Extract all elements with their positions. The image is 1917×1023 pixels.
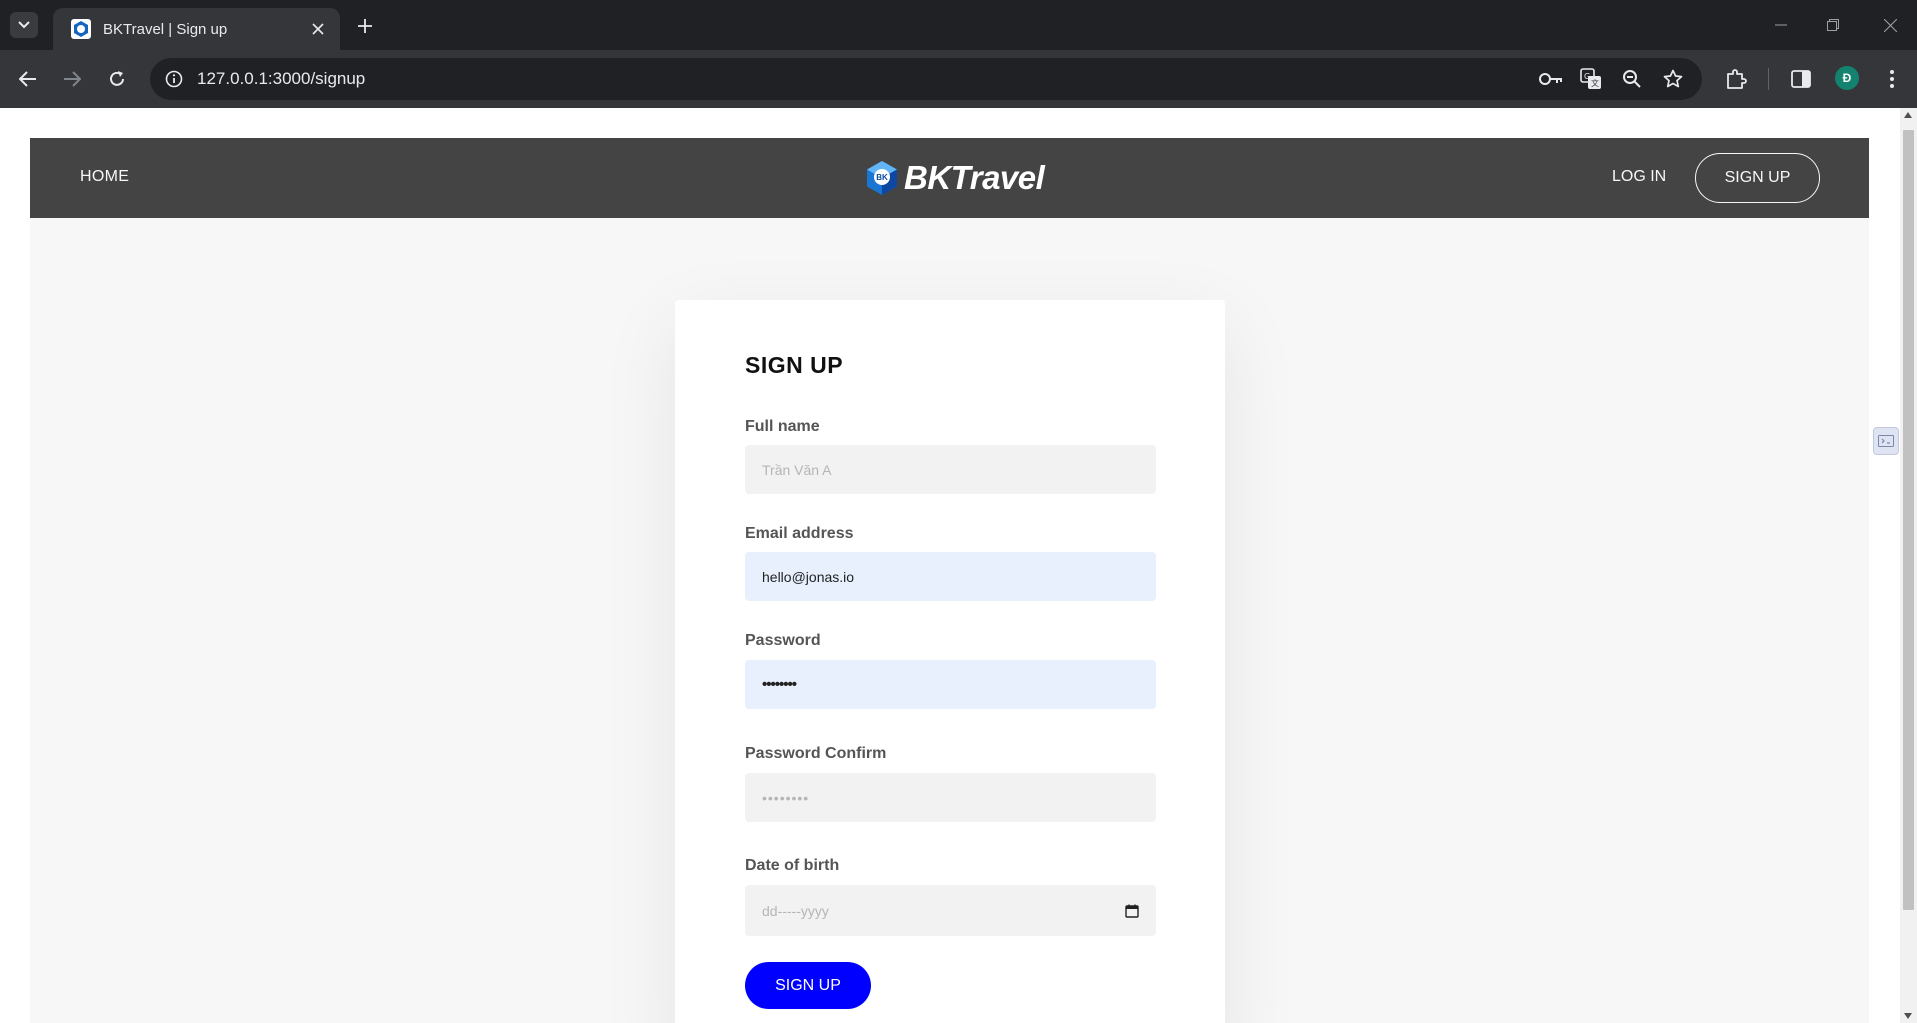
page-viewport: HOME BK BKTravel LOG IN SIGN UP SIGN UP … [0,108,1900,1023]
tab-title: BKTravel | Sign up [103,20,228,38]
browser-toolbar: 127.0.0.1:3000/signup G文 [0,50,1917,108]
nav-login-link[interactable]: LOG IN [1612,168,1666,186]
close-icon[interactable] [308,19,328,39]
calendar-icon[interactable] [1125,904,1139,918]
bktravel-favicon-icon [71,19,91,39]
password-input[interactable]: •••••••• [745,660,1156,709]
toolbar-divider [1768,68,1769,90]
forward-icon[interactable] [58,65,86,93]
more-icon[interactable] [1878,65,1906,93]
bktravel-logo-icon: BK [867,161,897,195]
restore-icon[interactable] [1819,12,1847,38]
extensions-icon[interactable] [1722,65,1750,93]
signup-submit-button[interactable]: SIGN UP [745,962,871,1009]
plus-icon[interactable] [352,13,378,39]
star-icon[interactable] [1660,67,1686,91]
password-confirm-placeholder: •••••••• [762,789,810,806]
close-window-icon[interactable] [1876,12,1904,38]
minimize-icon[interactable] [1767,12,1795,38]
side-panel-icon[interactable] [1787,65,1815,93]
address-bar[interactable]: 127.0.0.1:3000/signup G文 [150,58,1702,100]
browser-tabbar: BKTravel | Sign up [0,0,1917,50]
date-of-birth-placeholder: dd-----yyyy [762,902,829,919]
url-text: 127.0.0.1:3000/signup [197,69,366,88]
logo-badge-text: BK [876,173,888,182]
email-input[interactable]: hello@jonas.io [745,552,1156,601]
logo-text: BKTravel [904,159,1045,196]
nav-signup-button[interactable]: SIGN UP [1695,153,1820,203]
password-value: •••••••• [762,676,797,693]
date-of-birth-label: Date of birth [745,857,840,874]
scroll-down-arrow-icon[interactable] [1904,1013,1912,1019]
reload-icon[interactable] [103,65,131,93]
signup-card: SIGN UP Full name Trần Văn A Email addre… [675,300,1225,1023]
zoom-icon[interactable] [1619,67,1645,91]
date-of-birth-input[interactable]: dd-----yyyy [745,885,1156,936]
full-name-placeholder: Trần Văn A [762,461,832,478]
password-confirm-input[interactable]: •••••••• [745,773,1156,822]
full-name-label: Full name [745,418,820,435]
tab-list-icon[interactable] [10,12,38,38]
back-icon[interactable] [14,65,42,93]
page-scrollbar[interactable] [1900,108,1917,1023]
browser-tab[interactable]: BKTravel | Sign up [53,8,340,50]
info-icon[interactable] [162,67,186,91]
page-body: HOME BK BKTravel LOG IN SIGN UP SIGN UP … [30,138,1869,1023]
nav-home-link[interactable]: HOME [80,168,129,186]
key-icon[interactable] [1538,67,1564,91]
email-value: hello@jonas.io [762,568,855,585]
extension-widget-icon[interactable] [1873,427,1899,455]
scroll-thumb[interactable] [1903,130,1914,910]
scroll-up-arrow-icon[interactable] [1904,112,1912,118]
site-logo[interactable]: BK BKTravel [864,159,1045,197]
svg-text:文: 文 [1591,78,1599,88]
password-label: Password [745,632,821,649]
email-label: Email address [745,525,854,542]
profile-avatar[interactable]: Đ [1835,66,1859,90]
svg-text:G: G [1584,72,1590,81]
form-heading: SIGN UP [745,352,844,378]
full-name-input[interactable]: Trần Văn A [745,445,1156,494]
password-confirm-label: Password Confirm [745,745,887,762]
translate-icon[interactable]: G文 [1578,67,1604,91]
site-header: HOME BK BKTravel LOG IN SIGN UP [30,138,1869,218]
